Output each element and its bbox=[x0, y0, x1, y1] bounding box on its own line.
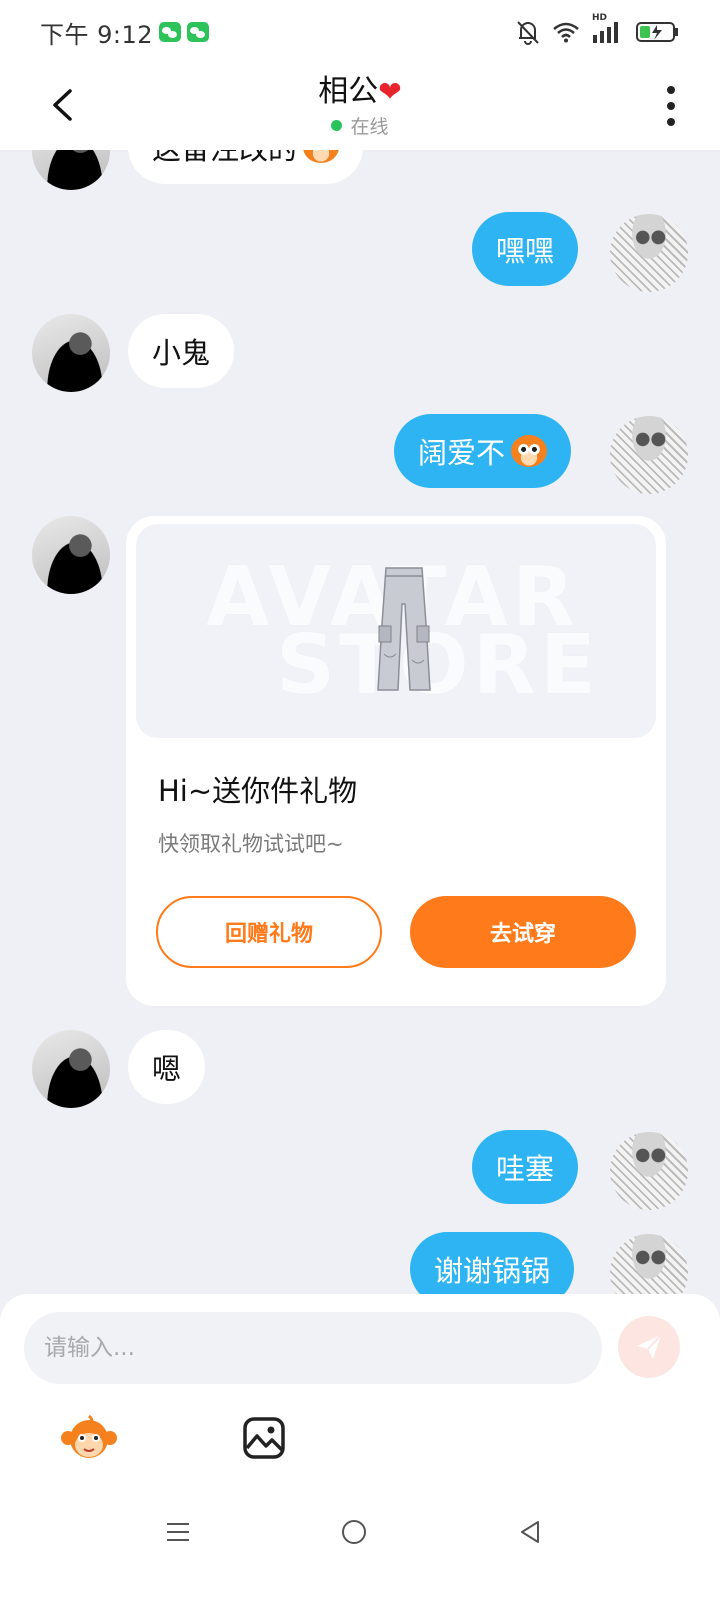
cargo-pants-image bbox=[377, 567, 431, 691]
gift-title: Hi~送你件礼物 bbox=[158, 774, 358, 808]
self-message-bubble[interactable]: 哇塞 bbox=[472, 1130, 579, 1204]
message-input[interactable] bbox=[24, 1312, 602, 1384]
message-text: 小鬼 bbox=[152, 336, 211, 370]
send-button[interactable] bbox=[618, 1316, 680, 1378]
wechat-notification-icon bbox=[187, 22, 210, 42]
self-message-bubble[interactable]: 阔爱不 bbox=[394, 414, 572, 488]
monkey-sticker-icon bbox=[61, 1414, 117, 1458]
peer-avatar[interactable] bbox=[32, 516, 110, 594]
message-text: 谢谢锅锅 bbox=[434, 1254, 551, 1288]
wechat-notification-icon bbox=[159, 22, 182, 42]
peer-message-bubble[interactable]: 嗯 bbox=[128, 1030, 206, 1104]
message-composer bbox=[0, 1294, 720, 1600]
chat-header: 相公❤ 在线 bbox=[0, 64, 720, 150]
gift-image: AVATAR STORE bbox=[136, 524, 656, 738]
self-message-bubble[interactable]: 嘿嘿 bbox=[472, 212, 579, 286]
online-dot-icon bbox=[331, 120, 343, 131]
return-gift-button[interactable]: 回赠礼物 bbox=[156, 896, 382, 968]
signal-icon: HD bbox=[592, 13, 624, 43]
more-options-button[interactable] bbox=[666, 86, 676, 126]
chat-title-block: 相公❤ 在线 bbox=[0, 66, 720, 139]
message-text: 阔爱不 bbox=[418, 436, 506, 470]
self-avatar[interactable] bbox=[610, 1132, 688, 1210]
self-avatar[interactable] bbox=[610, 214, 688, 292]
system-navigation-bar bbox=[0, 1500, 720, 1600]
paper-plane-icon bbox=[637, 1334, 662, 1359]
status-bar: 下午 9:12 HD bbox=[0, 0, 720, 64]
message-text: 哇塞 bbox=[496, 1152, 555, 1186]
message-text: 嘿嘿 bbox=[496, 234, 555, 268]
message-text: 嗯 bbox=[152, 1052, 182, 1086]
message-text: 这备注改的 bbox=[152, 150, 297, 168]
peer-message-bubble[interactable]: 这备注改的 bbox=[128, 150, 364, 184]
gift-subtitle: 快领取礼物试试吧~ bbox=[158, 832, 344, 856]
monkey-emoji-icon bbox=[511, 435, 548, 467]
online-status: 在线 bbox=[331, 112, 389, 139]
heart-emoji: ❤ bbox=[378, 75, 402, 108]
try-on-button[interactable]: 去试穿 bbox=[410, 896, 636, 968]
peer-message-bubble[interactable]: 小鬼 bbox=[128, 314, 235, 388]
menu-icon[interactable] bbox=[166, 1522, 190, 1542]
image-picker-button[interactable] bbox=[242, 1416, 286, 1460]
home-icon[interactable] bbox=[342, 1520, 366, 1544]
peer-avatar[interactable] bbox=[32, 1030, 110, 1108]
back-icon[interactable] bbox=[518, 1520, 542, 1544]
peer-avatar[interactable] bbox=[32, 150, 110, 190]
image-icon bbox=[243, 1417, 285, 1459]
battery-charging-icon bbox=[636, 22, 678, 42]
online-status-label: 在线 bbox=[350, 116, 389, 138]
signal-hd-label: HD bbox=[592, 13, 608, 23]
self-avatar[interactable] bbox=[610, 416, 688, 494]
gift-card[interactable]: AVATAR STORE Hi~送你件礼物 快领取礼物试试吧~ 回赠礼物 去试穿 bbox=[126, 516, 666, 1006]
monkey-emoji-icon bbox=[303, 150, 340, 163]
chat-message-list[interactable]: 这备注改的 嘿嘿 小鬼 阔爱不 AVATAR STORE Hi~ bbox=[0, 150, 720, 1320]
wifi-icon bbox=[553, 22, 579, 43]
contact-name: 相公 bbox=[318, 74, 379, 109]
mute-bell-icon bbox=[517, 21, 539, 45]
status-time: 下午 9:12 bbox=[40, 20, 154, 49]
monkey-sticker-button[interactable] bbox=[60, 1414, 118, 1460]
peer-avatar[interactable] bbox=[32, 314, 110, 392]
watermark-line2: STORE bbox=[276, 618, 600, 713]
